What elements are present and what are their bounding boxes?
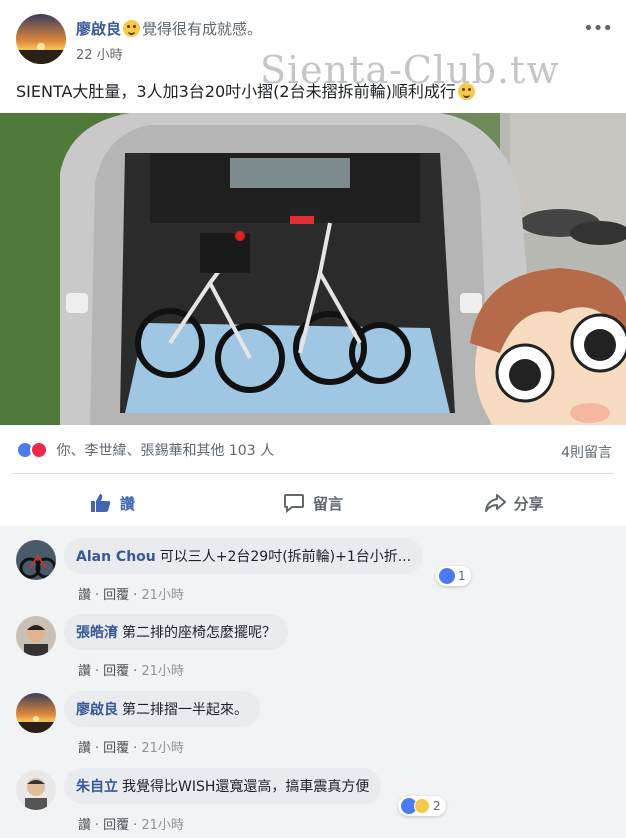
- post-text-content: SIENTA大肚量，3人加3台20吋小摺(2台未摺拆前輪)順利成行: [16, 82, 456, 101]
- like-button[interactable]: 讚: [12, 481, 213, 525]
- commenter-avatar[interactable]: [16, 770, 56, 810]
- commenter-name[interactable]: 廖啟良: [76, 702, 118, 718]
- action-bar: 讚 留言 分享: [12, 481, 614, 525]
- comment-time[interactable]: 21小時: [141, 741, 184, 756]
- comment-reply-link[interactable]: 回覆: [103, 588, 129, 603]
- separator: ·: [133, 818, 138, 833]
- comment-meta: 讚 · 回覆 · 21小時: [78, 814, 184, 833]
- comment-bubble: 廖啟良 第二排摺一半起來。: [64, 691, 260, 727]
- comment-like-link[interactable]: 讚: [78, 664, 91, 679]
- reactions-summary[interactable]: 你、李世緯、張錫華和其他 103 人 4則留言: [16, 440, 612, 464]
- share-button-label: 分享: [513, 494, 544, 513]
- comment-reply-link[interactable]: 回覆: [103, 818, 129, 833]
- comment-text: 第二排的座椅怎麼擺呢？: [122, 625, 276, 641]
- post-text: SIENTA大肚量，3人加3台20吋小摺(2台未摺拆前輪)順利成行: [16, 78, 477, 102]
- commenter-name[interactable]: 朱自立: [76, 779, 118, 795]
- comment-meta: 讚 · 回覆 · 21小時: [78, 737, 184, 756]
- author-name[interactable]: 廖啟良: [76, 20, 121, 38]
- comment-time[interactable]: 21小時: [141, 664, 184, 679]
- comment-text: 可以三人+2台29吋(拆前輪)+1台小折...: [159, 549, 412, 565]
- commenter-avatar[interactable]: [16, 693, 56, 733]
- comment-reaction-count: 1: [458, 569, 466, 583]
- separator: ·: [95, 818, 100, 833]
- more-options-icon[interactable]: •••: [583, 18, 613, 39]
- commenter-avatar[interactable]: [16, 540, 56, 580]
- comment-meta: 讚 · 回覆 · 21小時: [78, 584, 184, 603]
- comment-button[interactable]: 留言: [213, 481, 414, 525]
- thumbs-up-icon: [90, 494, 111, 512]
- post-timestamp[interactable]: 22 小時: [76, 44, 123, 63]
- comment-bubble: Alan Chou 可以三人+2台29吋(拆前輪)+1台小折...: [64, 538, 424, 574]
- commenter-name[interactable]: 張皓淯: [76, 625, 118, 641]
- comment-like-link[interactable]: 讚: [78, 818, 91, 833]
- reactors-text[interactable]: 你、李世緯、張錫華和其他 103 人: [56, 443, 274, 459]
- comment-text: 我覺得比WISH還寬還高，搞車震真方便: [122, 779, 370, 795]
- smile-emoji-icon: [457, 83, 475, 100]
- comment-text: 第二排摺一半起來。: [122, 702, 248, 718]
- comment-meta: 讚 · 回覆 · 21小時: [78, 660, 184, 679]
- love-reaction-icon: [30, 441, 48, 459]
- comment-like-link[interactable]: 讚: [78, 588, 91, 603]
- haha-reaction-icon: [414, 798, 430, 814]
- comments-section: Alan Chou 可以三人+2台29吋(拆前輪)+1台小折... 1 讚 · 回覆 ·…: [0, 526, 626, 838]
- reaction-icons: [16, 441, 48, 459]
- comment-reaction-badge[interactable]: 1: [436, 566, 471, 586]
- comment-count[interactable]: 4則留言: [561, 442, 612, 462]
- comment-reaction-count: 2: [433, 799, 441, 813]
- comment-icon: [284, 494, 304, 513]
- comment-reply-link[interactable]: 回覆: [103, 741, 129, 756]
- like-reaction-icon: [439, 568, 455, 584]
- comment-bubble: 朱自立 我覺得比WISH還寬還高，搞車震真方便: [64, 768, 382, 804]
- feeling-text: 覺得很有成就感。: [142, 20, 263, 38]
- comment-bubble: 張皓淯 第二排的座椅怎麼擺呢？: [64, 614, 288, 650]
- divider: [12, 473, 614, 474]
- comment-time[interactable]: 21小時: [141, 818, 184, 833]
- author-avatar[interactable]: [16, 14, 66, 64]
- share-icon: [484, 494, 506, 512]
- like-button-label: 讚: [119, 494, 135, 513]
- comment-reaction-badge[interactable]: 2: [398, 796, 446, 816]
- comment-button-label: 留言: [313, 494, 344, 513]
- commenter-name[interactable]: Alan Chou: [76, 549, 156, 565]
- comment-like-link[interactable]: 讚: [78, 741, 91, 756]
- commenter-avatar[interactable]: [16, 616, 56, 656]
- author-line: 廖啟良 覺得很有成就感。: [76, 18, 262, 39]
- separator: ·: [95, 588, 100, 603]
- comment-reply-link[interactable]: 回覆: [103, 664, 129, 679]
- separator: ·: [95, 664, 100, 679]
- feeling-emoji-icon: [123, 20, 141, 37]
- post-photo[interactable]: [0, 113, 626, 425]
- separator: ·: [133, 741, 138, 756]
- separator: ·: [133, 588, 138, 603]
- separator: ·: [133, 664, 138, 679]
- separator: ·: [95, 741, 100, 756]
- comment-time[interactable]: 21小時: [141, 588, 184, 603]
- share-button[interactable]: 分享: [413, 481, 614, 525]
- post-photo-illustration: [0, 113, 626, 425]
